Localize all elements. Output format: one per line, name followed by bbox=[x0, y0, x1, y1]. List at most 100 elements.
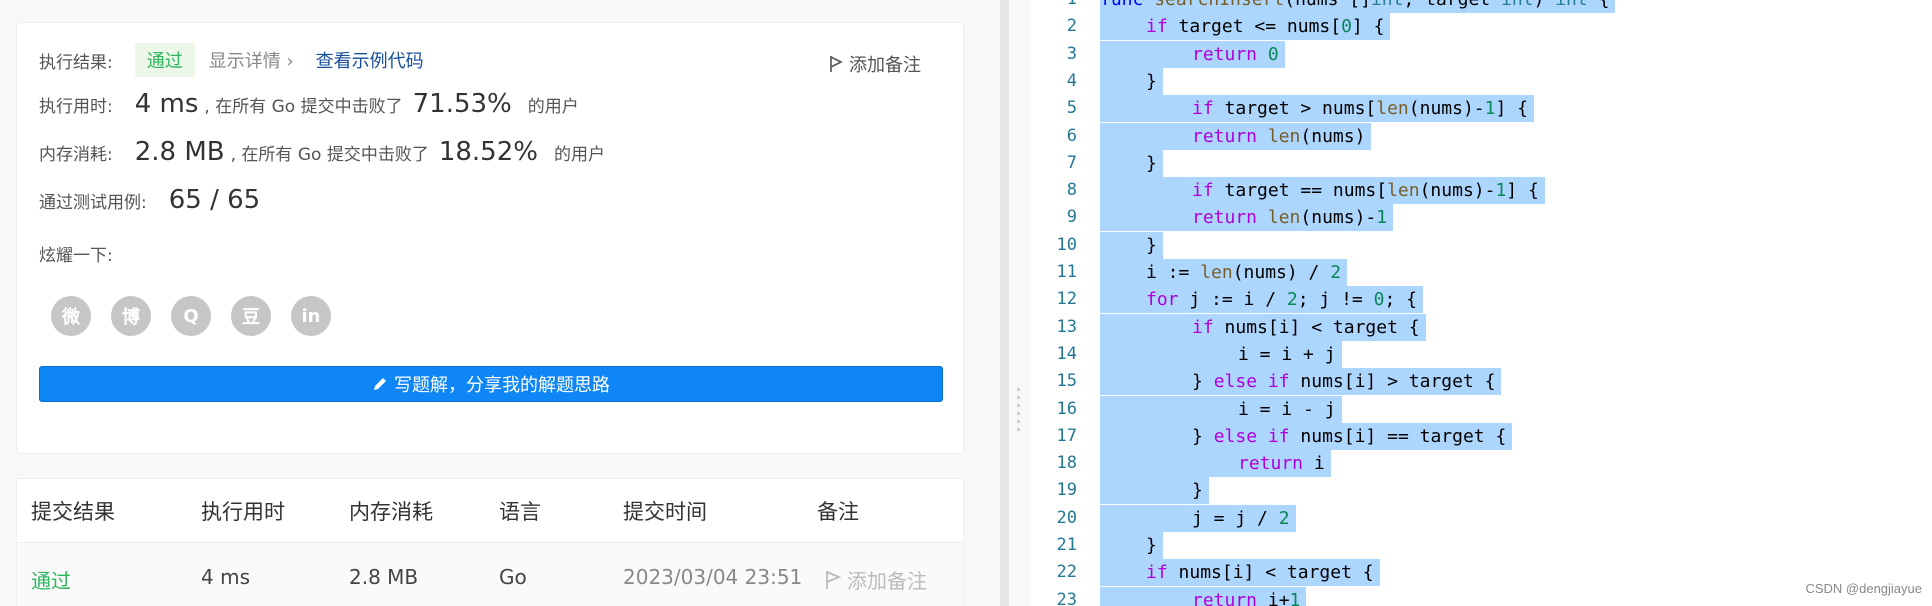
code-text: i := len(nums) / 2 bbox=[1100, 259, 1348, 286]
result-row: 执行结果: 通过 显示详情 › 查看示例代码 bbox=[39, 43, 424, 77]
row-result-link[interactable]: 通过 bbox=[31, 565, 71, 594]
line-number: 13 bbox=[1056, 316, 1077, 337]
line-number: 19 bbox=[1056, 480, 1077, 501]
line-number: 12 bbox=[1056, 289, 1077, 310]
code-line[interactable]: 1 func searchInsert(nums []int, target in… bbox=[1030, 0, 1932, 13]
memory-value: 2.8 MB bbox=[134, 137, 225, 167]
line-number: 4 bbox=[1066, 70, 1077, 91]
col-note: 备注 bbox=[817, 499, 859, 524]
result-card: 执行结果: 通过 显示详情 › 查看示例代码 添加备注 执行用时: 4 ms ,… bbox=[16, 22, 964, 454]
code-line[interactable]: 23 return i+1 bbox=[1030, 586, 1932, 606]
code-text: if target > nums[len(nums)-1] { bbox=[1100, 95, 1534, 123]
memory-row: 内存消耗: 2.8 MB , 在所有 Go 提交中击败了 18.52% 的用户 bbox=[39, 137, 605, 167]
code-text: func searchInsert(nums []int, target int… bbox=[1100, 0, 1616, 13]
runtime-value: 4 ms bbox=[134, 89, 199, 119]
code-line[interactable]: 15} else if nums[i] > target { bbox=[1030, 368, 1932, 396]
code-line[interactable]: 17} else if nums[i] == target { bbox=[1030, 422, 1932, 450]
line-number: 18 bbox=[1056, 453, 1077, 474]
code-text: i = i + j bbox=[1100, 340, 1342, 368]
code-text: return len(nums) bbox=[1100, 122, 1372, 150]
line-number: 14 bbox=[1056, 343, 1077, 364]
line-number: 20 bbox=[1056, 507, 1077, 528]
linkedin-icon[interactable]: in bbox=[291, 296, 331, 336]
code-line[interactable]: 19} bbox=[1030, 477, 1932, 505]
code-text: } bbox=[1100, 149, 1163, 177]
code-line[interactable]: 16 i = i - j bbox=[1030, 395, 1932, 423]
code-text: j = j / 2 bbox=[1100, 504, 1296, 532]
line-number: 22 bbox=[1056, 562, 1077, 583]
watermark: CSDN @dengjiayue bbox=[1805, 581, 1922, 596]
col-language: 语言 bbox=[499, 499, 541, 524]
line-number: 16 bbox=[1056, 398, 1077, 419]
write-solution-label: 写题解，分享我的解题思路 bbox=[394, 375, 610, 396]
code-line[interactable]: 5 if target > nums[len(nums)-1] { bbox=[1030, 95, 1932, 123]
code-line[interactable]: 13 if nums[i] < target { bbox=[1030, 313, 1932, 341]
qq-icon[interactable]: Q bbox=[171, 296, 211, 336]
col-runtime: 执行用时 bbox=[201, 499, 285, 524]
code-text: return i+1 bbox=[1100, 586, 1307, 606]
code-line[interactable]: 21} bbox=[1030, 532, 1932, 559]
line-number: 3 bbox=[1066, 43, 1077, 64]
line-number: 11 bbox=[1056, 262, 1077, 282]
code-line[interactable]: 9 return len(nums)-1 bbox=[1030, 204, 1932, 232]
runtime-label: 执行用时: bbox=[39, 96, 113, 117]
line-number: 2 bbox=[1066, 16, 1077, 37]
memory-label: 内存消耗: bbox=[39, 144, 113, 165]
code-text: for j := i / 2; j != 0; { bbox=[1100, 286, 1423, 314]
code-text: return 0 bbox=[1100, 40, 1285, 68]
line-number: 21 bbox=[1056, 535, 1077, 555]
code-line[interactable]: 4} bbox=[1030, 67, 1932, 95]
runtime-percent: 71.53% bbox=[412, 89, 512, 119]
code-text: } bbox=[1100, 532, 1163, 559]
runtime-row: 执行用时: 4 ms , 在所有 Go 提交中击败了 71.53% 的用户 bbox=[39, 89, 579, 119]
code-line[interactable]: 20 j = j / 2 bbox=[1030, 504, 1932, 532]
weibo-icon[interactable]: 博 bbox=[111, 296, 151, 336]
app-root: 执行结果: 通过 显示详情 › 查看示例代码 添加备注 执行用时: 4 ms ,… bbox=[0, 0, 1932, 606]
code-line[interactable]: 6 return len(nums) bbox=[1030, 122, 1932, 150]
drag-handle-dots[interactable] bbox=[1017, 388, 1021, 431]
tests-row: 通过测试用例: 65 / 65 bbox=[39, 185, 266, 215]
row-time: 2023/03/04 23:51 bbox=[623, 565, 803, 589]
line-number: 10 bbox=[1056, 234, 1077, 255]
tests-value: 65 / 65 bbox=[168, 185, 261, 215]
code-text: } bbox=[1100, 477, 1209, 505]
code-line[interactable]: 10} bbox=[1030, 231, 1932, 259]
show-detail-link[interactable]: 显示详情 › bbox=[209, 47, 294, 73]
tests-label: 通过测试用例: bbox=[39, 192, 147, 213]
wechat-icon[interactable]: 微 bbox=[51, 296, 91, 336]
line-number: 6 bbox=[1066, 125, 1077, 146]
code-line[interactable]: 2 if target <= nums[0] { bbox=[1030, 13, 1932, 41]
add-note-label: 添加备注 bbox=[849, 55, 921, 76]
code-line[interactable]: 11 i := len(nums) / 2 bbox=[1030, 259, 1932, 286]
pencil-icon bbox=[374, 378, 386, 390]
add-note-button[interactable]: 添加备注 bbox=[829, 51, 921, 77]
write-solution-button[interactable]: 写题解，分享我的解题思路 bbox=[39, 366, 943, 402]
code-line[interactable]: 7} bbox=[1030, 149, 1932, 177]
line-number: 1 bbox=[1030, 0, 1077, 13]
memory-percent: 18.52% bbox=[438, 137, 538, 167]
col-time: 提交时间 bbox=[623, 499, 707, 524]
code-text: if target == nums[len(nums)-1] { bbox=[1100, 177, 1545, 205]
code-text: } bbox=[1100, 231, 1163, 259]
memory-suffix: 的用户 bbox=[553, 144, 605, 165]
memory-text: , 在所有 Go 提交中击败了 bbox=[230, 144, 429, 165]
col-result: 提交结果 bbox=[31, 499, 115, 524]
line-number: 9 bbox=[1066, 207, 1077, 228]
code-editor[interactable]: 1 func searchInsert(nums []int, target in… bbox=[1030, 0, 1932, 606]
code-line[interactable]: 12 for j := i / 2; j != 0; { bbox=[1030, 286, 1932, 314]
code-line[interactable]: 3 return 0 bbox=[1030, 40, 1932, 68]
line-number: 7 bbox=[1066, 152, 1077, 173]
panel-resize-handle[interactable] bbox=[1000, 0, 1009, 606]
runtime-text: , 在所有 Go 提交中击败了 bbox=[204, 96, 403, 117]
code-line[interactable]: 18 return i bbox=[1030, 450, 1932, 478]
submissions-table: 提交结果 执行用时 内存消耗 语言 提交时间 备注 通过 4 ms 2.8 MB… bbox=[16, 478, 964, 606]
code-line[interactable]: 14 i = i + j bbox=[1030, 340, 1932, 368]
code-line[interactable]: 22 if nums[i] < target { bbox=[1030, 559, 1932, 587]
line-number: 23 bbox=[1056, 589, 1077, 606]
view-sample-code-link[interactable]: 查看示例代码 bbox=[316, 47, 424, 73]
row-memory: 2.8 MB bbox=[349, 565, 419, 589]
code-line[interactable]: 8 if target == nums[len(nums)-1] { bbox=[1030, 177, 1932, 205]
row-add-note-button[interactable]: 添加备注 bbox=[825, 565, 927, 594]
table-row[interactable]: 通过 4 ms 2.8 MB Go 2023/03/04 23:51 添加备注 bbox=[17, 543, 963, 606]
douban-icon[interactable]: 豆 bbox=[231, 296, 271, 336]
